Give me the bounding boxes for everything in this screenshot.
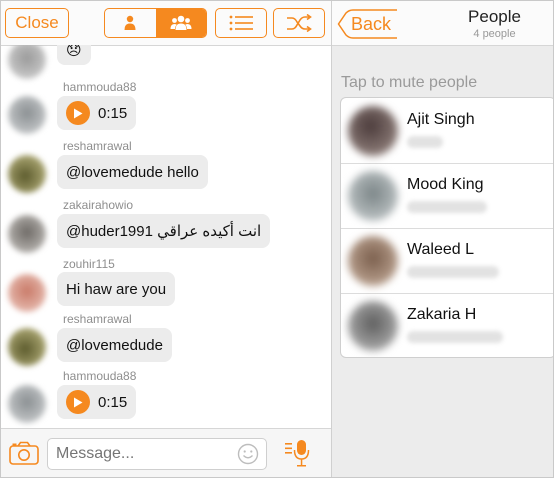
avatar: [348, 171, 398, 221]
person-status: [407, 266, 499, 278]
people-list: Ajit Singh Mood King Waleed L Zakaria H: [340, 97, 553, 358]
back-button[interactable]: Back: [337, 9, 397, 39]
voice-record-button[interactable]: [284, 439, 312, 474]
person-row[interactable]: Waleed L: [341, 228, 553, 294]
avatar[interactable]: [8, 385, 46, 423]
play-icon[interactable]: [66, 101, 90, 125]
mic-icon: [285, 440, 310, 467]
emoji-icon: [237, 443, 259, 465]
person-icon: [124, 15, 136, 30]
back-label: Back: [351, 14, 392, 34]
message-list[interactable]: 😞 hammouda88 0:15 reshamrawal @lovemedud…: [1, 45, 331, 428]
list-icon: [229, 15, 253, 31]
message-username: hammouda88: [63, 369, 137, 383]
group-icon: [170, 15, 192, 30]
compose-bar: [1, 428, 331, 477]
avatar[interactable]: [8, 274, 46, 312]
avatar[interactable]: [8, 155, 46, 193]
message-bubble: @lovemedude: [57, 328, 172, 362]
person-row[interactable]: Ajit Singh: [341, 98, 553, 164]
people-count: 4 people: [473, 28, 516, 40]
person-name: Zakaria H: [407, 306, 477, 323]
voice-duration: 0:15: [98, 104, 128, 122]
shuffle-icon: [287, 14, 312, 32]
avatar[interactable]: [8, 45, 46, 79]
person-name: Waleed L: [407, 241, 474, 258]
voice-message[interactable]: 0:15: [57, 96, 137, 130]
voice-message[interactable]: 0:15: [57, 385, 137, 419]
people-pane: Back People 4 people Tap to mute people …: [332, 1, 553, 477]
message-bubble: @lovemedude hello: [57, 155, 208, 189]
page-title: People: [468, 7, 521, 26]
message-username: zakairahowio: [63, 198, 134, 212]
single-view-segment[interactable]: [105, 9, 156, 37]
message-username: zouhir115: [63, 257, 115, 271]
avatar: [348, 301, 398, 351]
camera-button[interactable]: [9, 441, 39, 470]
person-status: [407, 136, 443, 148]
people-header: Back People 4 people: [332, 1, 553, 46]
person-status: [407, 331, 503, 343]
person-name: Ajit Singh: [407, 111, 475, 128]
list-button[interactable]: [215, 8, 267, 38]
avatar[interactable]: [8, 96, 46, 134]
chat-pane: Close 😞 hammouda88 0:15 reshamrawal @lov…: [1, 1, 332, 477]
person-name: Mood King: [407, 176, 484, 193]
avatar: [348, 236, 398, 286]
avatar[interactable]: [8, 215, 46, 253]
view-segmented-control: [104, 8, 207, 38]
avatar[interactable]: [8, 328, 46, 366]
emoji-sticker: 😞: [66, 45, 82, 59]
message-username: reshamrawal: [63, 139, 132, 153]
message-username: reshamrawal: [63, 312, 132, 326]
group-view-segment[interactable]: [155, 9, 206, 37]
app-window: Close 😞 hammouda88 0:15 reshamrawal @lov…: [0, 0, 554, 478]
close-button[interactable]: Close: [5, 8, 69, 38]
avatar: [348, 106, 398, 156]
chat-toolbar: Close: [1, 1, 331, 46]
message-username: hammouda88: [63, 80, 137, 94]
person-status: [407, 201, 487, 213]
play-icon[interactable]: [66, 390, 90, 414]
message-bubble: @huder1991 انت أكيده عراقي: [57, 214, 271, 248]
emoji-button[interactable]: [237, 443, 259, 470]
camera-icon: [9, 441, 39, 465]
shuffle-button[interactable]: [273, 8, 325, 38]
message-bubble: Hi haw are you: [57, 272, 176, 306]
mute-hint: Tap to mute people: [341, 74, 478, 91]
person-row[interactable]: Zakaria H: [341, 293, 553, 357]
message-bubble: 😞: [57, 45, 91, 65]
voice-duration: 0:15: [98, 393, 128, 411]
person-row[interactable]: Mood King: [341, 163, 553, 229]
message-input[interactable]: [47, 438, 267, 470]
